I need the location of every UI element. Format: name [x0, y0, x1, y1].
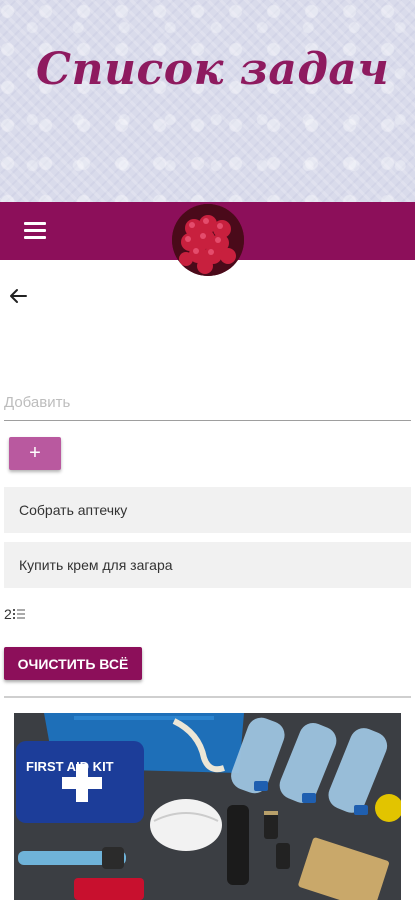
- task-item[interactable]: Собрать аптечку: [4, 487, 411, 533]
- header-banner: Список задач: [0, 0, 415, 202]
- add-task-input[interactable]: [4, 384, 411, 421]
- task-label: Купить крем для загара: [19, 557, 173, 573]
- task-item[interactable]: Купить крем для загара: [4, 542, 411, 588]
- kit-label: FIRST AID KIT: [26, 759, 114, 774]
- avatar: [172, 204, 244, 276]
- task-label: Собрать аптечку: [19, 502, 128, 518]
- clear-all-button[interactable]: ОЧИСТИТЬ ВСЁ: [4, 647, 142, 680]
- list-icon: [12, 609, 25, 619]
- add-task-button[interactable]: +: [9, 437, 61, 470]
- hamburger-menu-icon[interactable]: [24, 222, 46, 240]
- first-aid-photo: FIRST AID KIT: [14, 713, 401, 900]
- divider: [4, 696, 411, 698]
- page-title: Список задач: [36, 44, 390, 95]
- arrow-left-icon[interactable]: [6, 284, 30, 308]
- raspberry-icon: [172, 204, 244, 276]
- task-count-value: 2: [4, 606, 12, 622]
- task-count: 2: [4, 606, 25, 622]
